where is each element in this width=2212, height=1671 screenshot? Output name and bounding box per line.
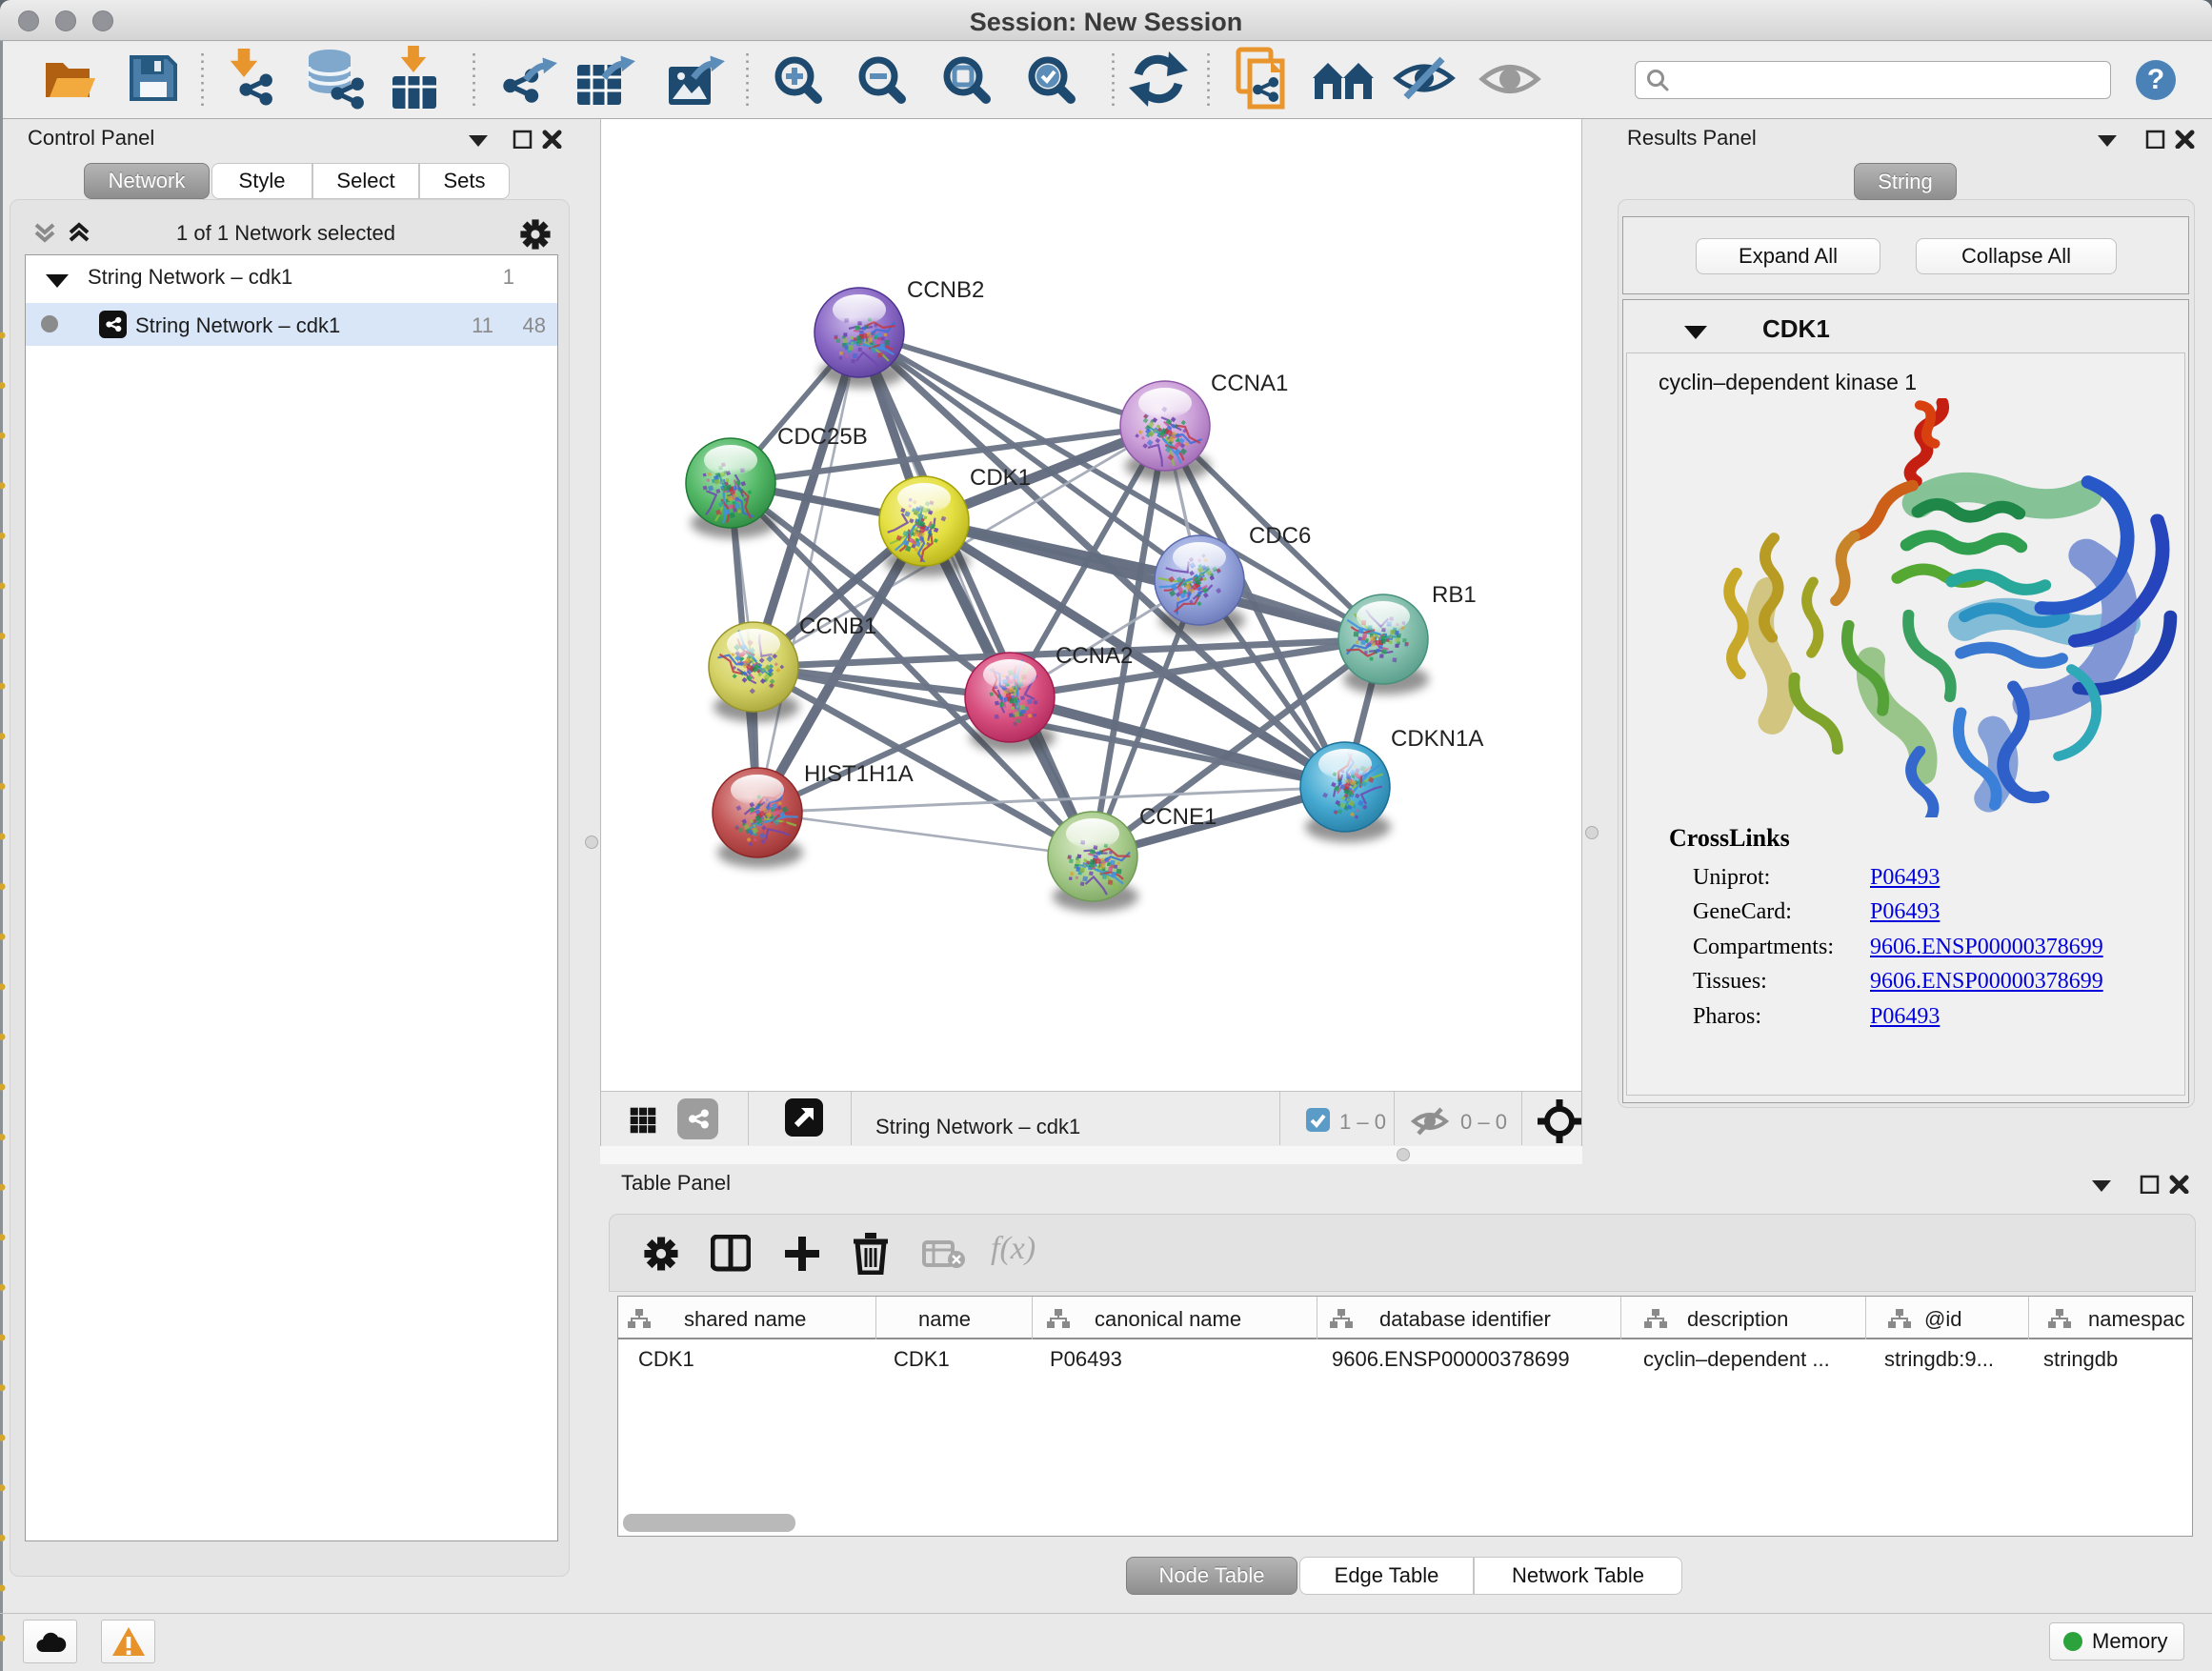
svg-text:CCNE1: CCNE1 xyxy=(1139,804,1217,830)
svg-text:CDK1: CDK1 xyxy=(970,465,1031,491)
svg-text:CCNA2: CCNA2 xyxy=(1056,643,1133,669)
svg-text:CCNB2: CCNB2 xyxy=(907,277,984,303)
svg-text:CDC25B: CDC25B xyxy=(777,424,868,450)
svg-text:CDC6: CDC6 xyxy=(1249,523,1311,549)
svg-text:CDKN1A: CDKN1A xyxy=(1391,726,1483,752)
svg-text:RB1: RB1 xyxy=(1432,582,1477,608)
svg-text:HIST1H1A: HIST1H1A xyxy=(804,761,914,787)
svg-text:CCNA1: CCNA1 xyxy=(1211,371,1288,396)
svg-text:CCNB1: CCNB1 xyxy=(799,614,876,639)
